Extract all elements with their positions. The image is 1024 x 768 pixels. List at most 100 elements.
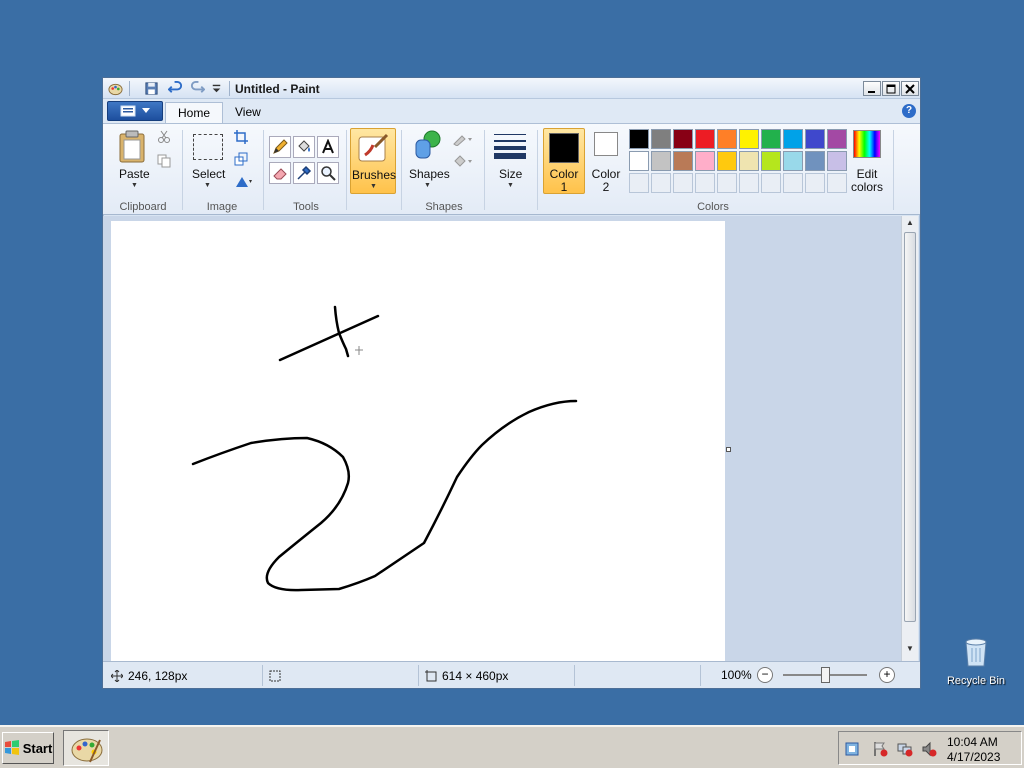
close-button[interactable]: [901, 81, 919, 96]
rotate-icon[interactable]: [234, 174, 254, 188]
taskbar: Start 10:04 AM 4/17/2023: [0, 725, 1024, 768]
palette-swatch[interactable]: [717, 151, 737, 171]
palette-custom-slot[interactable]: [695, 173, 715, 193]
vertical-scrollbar[interactable]: ▲ ▼: [901, 216, 918, 661]
shape-fill-icon[interactable]: [452, 154, 474, 168]
group-separator: [263, 130, 264, 210]
scroll-up-icon[interactable]: ▲: [904, 218, 916, 231]
paste-button[interactable]: [117, 130, 149, 164]
palette-swatch[interactable]: [805, 151, 825, 171]
color2-button[interactable]: [594, 132, 618, 156]
cut-icon[interactable]: [157, 130, 171, 144]
text-tool-button[interactable]: [317, 136, 339, 158]
palette-swatch[interactable]: [695, 129, 715, 149]
zoom-out-button[interactable]: −: [757, 667, 773, 683]
group-separator: [537, 130, 538, 210]
palette-custom-slot[interactable]: [717, 173, 737, 193]
network-icon[interactable]: [897, 741, 913, 757]
recycle-bin[interactable]: Recycle Bin: [940, 636, 1012, 687]
palette-swatch[interactable]: [651, 129, 671, 149]
zoom-slider-thumb[interactable]: [821, 667, 830, 683]
volume-muted-icon[interactable]: [921, 741, 937, 757]
help-icon[interactable]: ?: [902, 104, 916, 118]
paint-menu-button[interactable]: [107, 101, 163, 121]
eraser-tool-button[interactable]: [269, 162, 291, 184]
magnifier-tool-button[interactable]: [317, 162, 339, 184]
palette-custom-slot[interactable]: [783, 173, 803, 193]
select-button[interactable]: [193, 134, 223, 160]
scroll-thumb[interactable]: [904, 232, 916, 622]
size-button[interactable]: [494, 132, 526, 160]
color-picker-tool-button[interactable]: [293, 162, 315, 184]
magnifier-icon: [321, 166, 336, 181]
resize-icon[interactable]: [234, 152, 248, 166]
canvas-drawing: [191, 305, 578, 592]
canvas-resize-handle[interactable]: [726, 447, 731, 452]
size-label: Size: [499, 167, 523, 181]
title-bar[interactable]: Untitled - Paint: [103, 78, 920, 99]
palette-custom-slot[interactable]: [739, 173, 759, 193]
palette-swatch[interactable]: [827, 129, 847, 149]
palette-swatch[interactable]: [739, 151, 759, 171]
clock-date[interactable]: 4/17/2023: [947, 750, 1000, 764]
image-group-label: Image: [206, 201, 238, 213]
palette-swatch[interactable]: [761, 151, 781, 171]
palette-custom-slot[interactable]: [629, 173, 649, 193]
scroll-down-icon[interactable]: ▼: [904, 644, 916, 657]
crop-icon[interactable]: [234, 130, 248, 144]
chevron-down-icon: ▼: [131, 182, 138, 189]
ribbon: Paste ▼ Clipboard Select ▼ Image Tools B…: [103, 123, 920, 215]
palette-swatch[interactable]: [695, 151, 715, 171]
clipboard-icon: [119, 130, 145, 163]
palette-swatch[interactable]: [805, 129, 825, 149]
tray-app-icon[interactable]: [844, 741, 860, 757]
palette-swatch[interactable]: [761, 129, 781, 149]
tab-view[interactable]: View: [223, 102, 273, 123]
action-center-flag-icon[interactable]: [872, 741, 888, 757]
palette-custom-slot[interactable]: [805, 173, 825, 193]
palette-swatch[interactable]: [673, 129, 693, 149]
palette-swatch[interactable]: [827, 151, 847, 171]
eraser-icon: [273, 168, 287, 180]
maximize-button[interactable]: [882, 81, 900, 96]
palette-swatch[interactable]: [783, 129, 803, 149]
color1-label: Color: [549, 167, 579, 181]
palette-swatch[interactable]: [651, 151, 671, 171]
palette-custom-slot[interactable]: [651, 173, 671, 193]
palette-swatch[interactable]: [717, 129, 737, 149]
system-tray: 10:04 AM 4/17/2023: [838, 731, 1022, 765]
palette-custom-slot[interactable]: [673, 173, 693, 193]
fill-tool-button[interactable]: [293, 136, 315, 158]
clock-time[interactable]: 10:04 AM: [947, 735, 998, 749]
zoom-in-button[interactable]: +: [879, 667, 895, 683]
paint-window: Untitled - Paint Home View ? Paste ▼ Cli…: [102, 77, 921, 689]
customize-qat-icon[interactable]: [209, 81, 224, 96]
redo-icon[interactable]: [190, 81, 205, 96]
drawing-canvas[interactable]: [111, 221, 725, 661]
shapes-button[interactable]: [412, 128, 444, 162]
palette-swatch[interactable]: [629, 151, 649, 171]
palette-custom-slot[interactable]: [827, 173, 847, 193]
paint-app-icon[interactable]: [108, 81, 123, 96]
outline-icon[interactable]: [452, 132, 474, 146]
palette-swatch[interactable]: [673, 151, 693, 171]
brushes-button[interactable]: Brushes ▼: [350, 128, 396, 194]
minimize-button[interactable]: [863, 81, 881, 96]
color1-button[interactable]: Color 1: [543, 128, 585, 194]
undo-icon[interactable]: [168, 81, 183, 96]
save-icon[interactable]: [144, 81, 159, 96]
edit-colors-button[interactable]: [853, 130, 881, 158]
color1-swatch: [549, 133, 579, 163]
palette-swatch[interactable]: [739, 129, 759, 149]
tab-home[interactable]: Home: [165, 102, 224, 123]
pencil-tool-button[interactable]: [269, 136, 291, 158]
status-bar: 246, 128px 614 × 460px 100% − +: [103, 661, 920, 688]
clipboard-group-label: Clipboard: [119, 201, 167, 213]
copy-icon[interactable]: [157, 154, 171, 168]
taskbar-paint-button[interactable]: [63, 730, 109, 766]
palette-custom-slot[interactable]: [761, 173, 781, 193]
palette-swatch[interactable]: [629, 129, 649, 149]
chevron-down-icon: ▼: [424, 182, 431, 189]
palette-swatch[interactable]: [783, 151, 803, 171]
start-button[interactable]: Start: [2, 732, 54, 764]
